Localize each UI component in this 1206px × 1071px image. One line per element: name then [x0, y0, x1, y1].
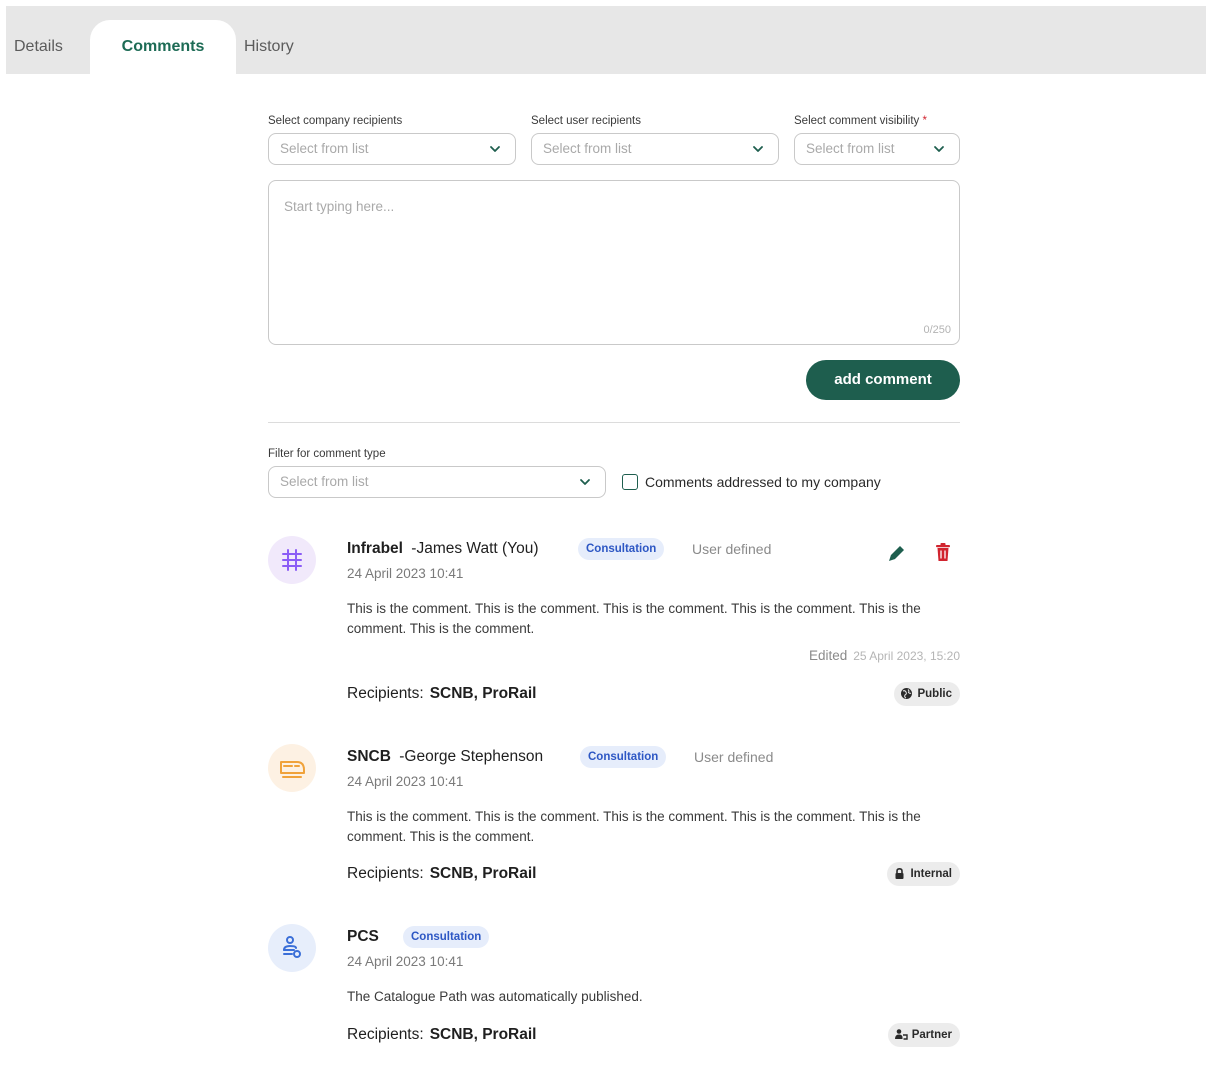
- tab-comments[interactable]: Comments: [90, 20, 236, 74]
- chevron-down-icon: [490, 146, 500, 152]
- recipients-label: Recipients:: [347, 865, 424, 882]
- edited-info: Edited 25 April 2023, 15:20: [809, 648, 960, 663]
- visibility-text: Internal: [910, 868, 952, 880]
- lock-icon: [895, 867, 904, 879]
- recipients-value: SCNB, ProRail: [429, 1026, 537, 1043]
- recipients: Recipients: SCNB, ProRail: [347, 865, 537, 883]
- visibility-select[interactable]: Select from list: [794, 133, 960, 165]
- author-user: -James Watt (You): [411, 540, 539, 557]
- user-recipients-select[interactable]: Select from list: [531, 133, 779, 165]
- author-company: PCS: [347, 928, 379, 945]
- comment-text: The Catalogue Path was automatically pub…: [347, 989, 643, 1004]
- comment-author: Infrabel -James Watt (You): [347, 540, 539, 558]
- comment-date: 24 April 2023 10:41: [347, 566, 464, 581]
- avatar: [268, 744, 316, 792]
- add-comment-button[interactable]: add comment: [806, 360, 960, 400]
- char-counter: 0/250: [923, 324, 951, 336]
- tab-history[interactable]: History: [244, 6, 294, 74]
- chevron-down-icon: [934, 146, 944, 152]
- edited-timestamp: 25 April 2023, 15:20: [853, 649, 960, 663]
- company-recipients-placeholder: Select from list: [280, 141, 369, 156]
- visibility-label-text: Select comment visibility: [794, 115, 920, 127]
- globe-icon: [901, 688, 913, 699]
- recipients-value: SCNB, ProRail: [429, 685, 537, 702]
- avatar: [268, 924, 316, 972]
- author-user: -George Stephenson: [399, 748, 544, 765]
- recipients-label: Recipients:: [347, 1026, 424, 1043]
- recipients-label: Recipients:: [347, 685, 424, 702]
- comment-type-filter-select[interactable]: Select from list: [268, 466, 606, 498]
- comment-type-badge: Consultation: [578, 538, 665, 560]
- my-company-checkbox[interactable]: [622, 474, 638, 490]
- comment-author: SNCB -George Stephenson: [347, 748, 543, 766]
- tab-details[interactable]: Details: [14, 6, 63, 74]
- railway-icon: [282, 549, 302, 571]
- visibility-badge: Public: [894, 682, 960, 706]
- my-company-checkbox-label[interactable]: Comments addressed to my company: [645, 474, 881, 490]
- chevron-down-icon: [580, 479, 590, 485]
- visibility-badge: Internal: [887, 862, 960, 886]
- avatar: [268, 536, 316, 584]
- author-company: Infrabel: [347, 540, 403, 557]
- recipients-value: SCNB, ProRail: [429, 865, 537, 882]
- comment-textarea[interactable]: Start typing here... 0/250: [268, 180, 960, 345]
- edited-label: Edited: [808, 648, 848, 663]
- user-recipients-label: Select user recipients: [531, 115, 641, 127]
- recipients: Recipients: SCNB, ProRail: [347, 1026, 537, 1044]
- visibility-text: Public: [917, 688, 952, 700]
- visibility-badge: Partner: [887, 1023, 960, 1047]
- required-marker: *: [922, 115, 927, 127]
- company-recipients-label: Select company recipients: [268, 115, 403, 127]
- recipients: Recipients: SCNB, ProRail: [347, 685, 537, 703]
- pencil-icon[interactable]: [886, 542, 908, 564]
- comment-text: This is the comment. This is the comment…: [347, 809, 921, 844]
- comment-source: User defined: [694, 749, 774, 765]
- visibility-placeholder: Select from list: [806, 141, 895, 156]
- visibility-label: Select comment visibility *: [794, 115, 927, 127]
- comment-author: PCS: [347, 928, 379, 946]
- train-icon: [280, 761, 305, 778]
- filter-label: Filter for comment type: [268, 448, 386, 460]
- trash-icon[interactable]: [932, 541, 954, 563]
- divider: [268, 422, 960, 423]
- comment-placeholder: Start typing here...: [284, 199, 395, 214]
- tab-bar: Details Comments History: [6, 6, 1206, 74]
- author-company: SNCB: [347, 748, 391, 765]
- comment-type-badge: Consultation: [403, 926, 490, 948]
- comment-type-badge: Consultation: [580, 746, 667, 768]
- filter-placeholder: Select from list: [280, 474, 369, 489]
- chevron-down-icon: [753, 146, 763, 152]
- route-icon: [283, 936, 301, 958]
- comment-source: User defined: [692, 541, 772, 557]
- comment-date: 24 April 2023 10:41: [347, 954, 464, 969]
- company-recipients-select[interactable]: Select from list: [268, 133, 516, 165]
- handshake-icon: [894, 1029, 908, 1040]
- comment-date: 24 April 2023 10:41: [347, 774, 464, 789]
- user-recipients-placeholder: Select from list: [543, 141, 632, 156]
- visibility-text: Partner: [911, 1029, 952, 1041]
- comment-text: This is the comment. This is the comment…: [347, 601, 921, 636]
